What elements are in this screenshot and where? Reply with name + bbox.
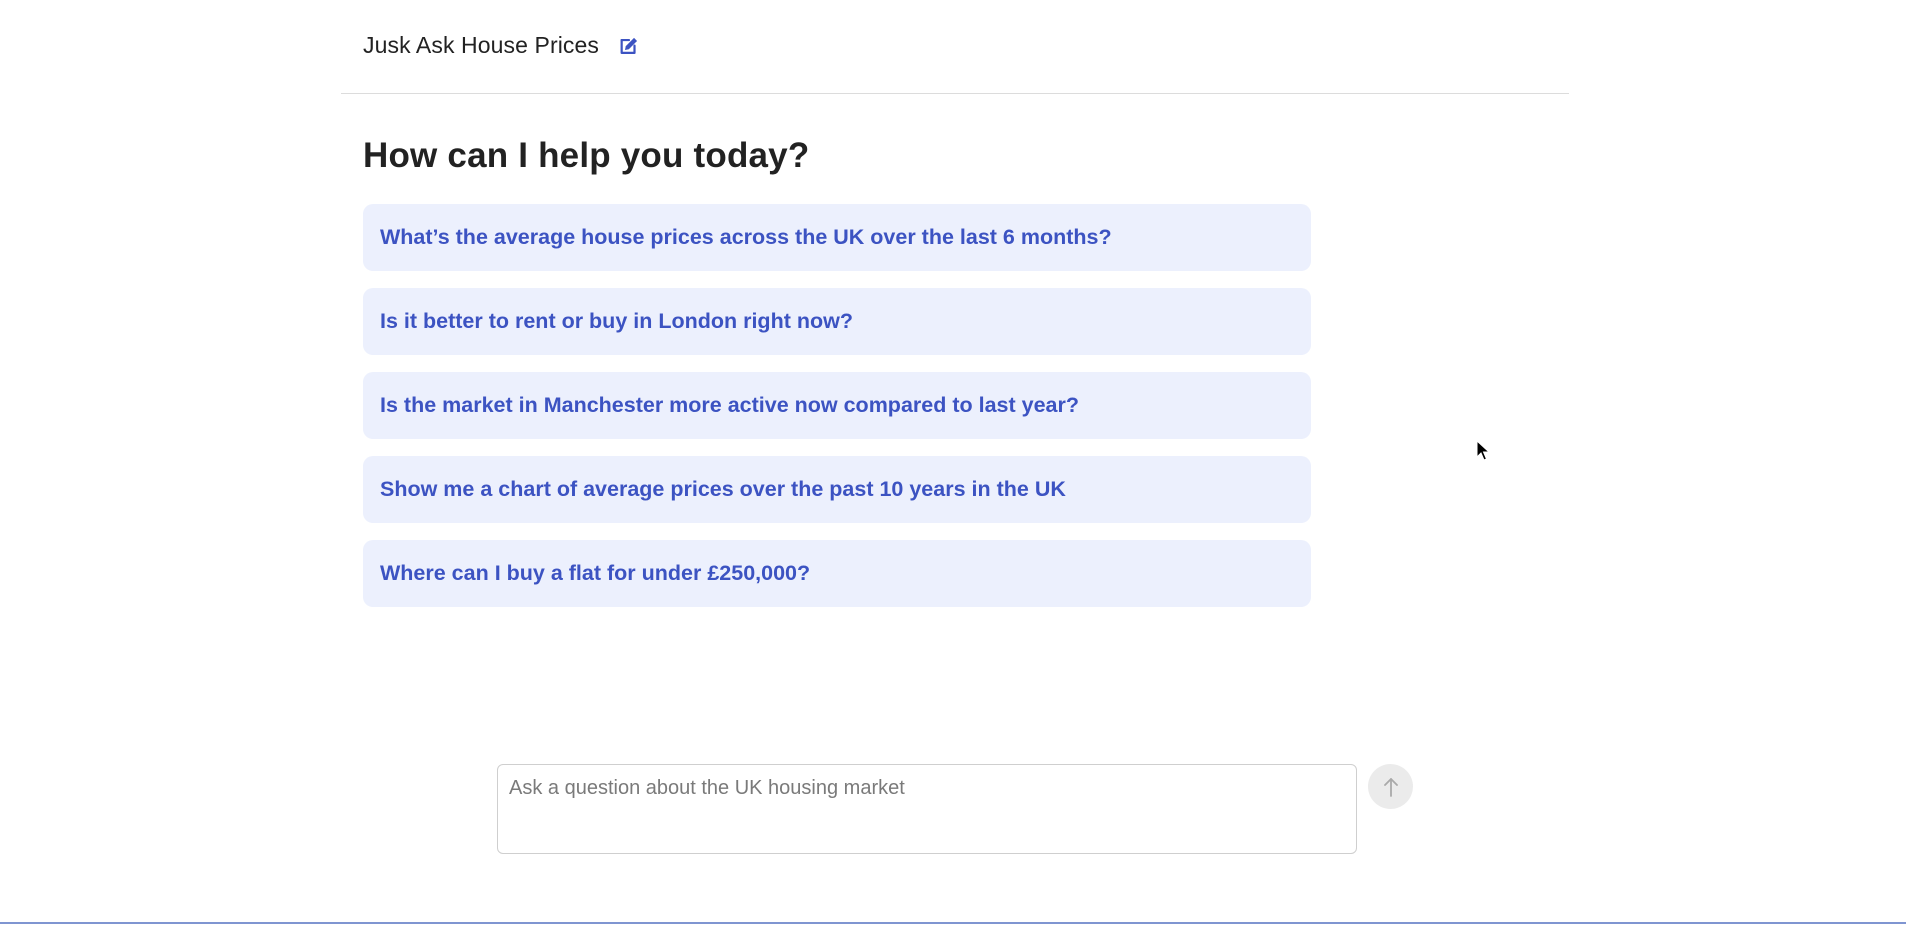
app-header: Jusk Ask House Prices	[341, 0, 1569, 94]
suggestion-item[interactable]: Is the market in Manchester more active …	[363, 372, 1311, 439]
edit-icon	[620, 37, 638, 54]
suggestion-list: What’s the average house prices across t…	[363, 204, 1311, 607]
suggestion-item[interactable]: Show me a chart of average prices over t…	[363, 456, 1311, 523]
arrow-up-icon	[1383, 777, 1398, 797]
question-composer	[497, 764, 1357, 854]
suggestion-item[interactable]: What’s the average house prices across t…	[363, 204, 1311, 271]
mouse-cursor-icon	[1476, 440, 1490, 461]
edit-title-button[interactable]	[616, 33, 642, 59]
bottom-divider	[0, 922, 1906, 924]
suggestion-item[interactable]: Where can I buy a flat for under £250,00…	[363, 540, 1311, 607]
app-title: Jusk Ask House Prices	[363, 32, 600, 58]
app-page: Jusk Ask House Prices How can I help you…	[0, 0, 1906, 925]
page-title: How can I help you today?	[363, 136, 810, 175]
question-input[interactable]	[498, 765, 1356, 853]
suggestion-item[interactable]: Is it better to rent or buy in London ri…	[363, 288, 1311, 355]
send-button[interactable]	[1368, 764, 1413, 809]
